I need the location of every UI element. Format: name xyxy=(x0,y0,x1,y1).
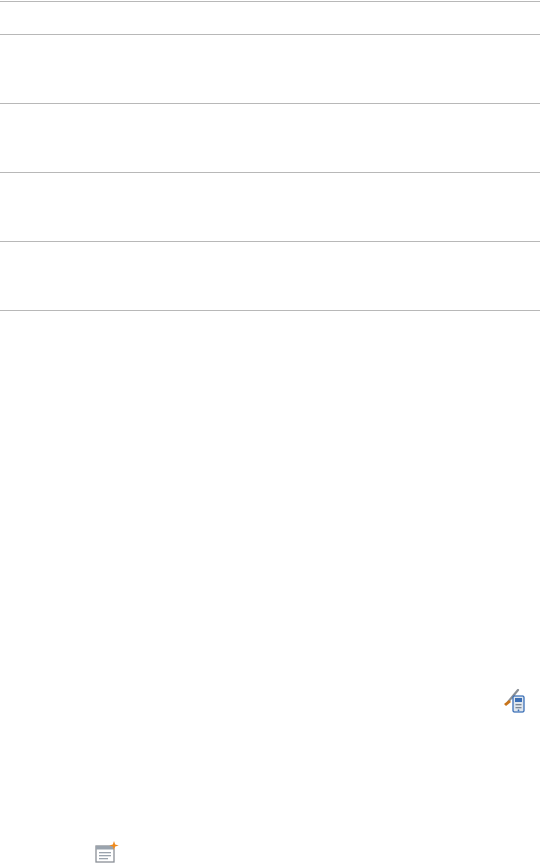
paintbrush-tablet-icon[interactable] xyxy=(500,688,526,714)
list-row[interactable] xyxy=(0,173,540,241)
list-row[interactable] xyxy=(0,2,540,34)
list-row[interactable] xyxy=(0,104,540,172)
list-row[interactable] xyxy=(0,35,540,103)
row-divider xyxy=(0,310,540,311)
new-window-icon[interactable] xyxy=(94,840,120,866)
list-row[interactable] xyxy=(0,242,540,310)
